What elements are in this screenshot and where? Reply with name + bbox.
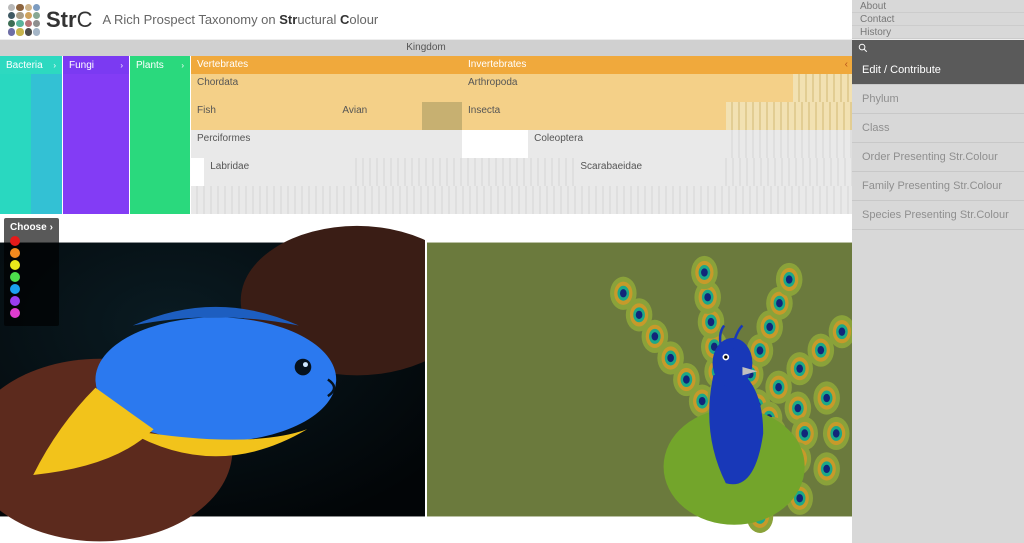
tax-chordata[interactable]: Chordata [191, 74, 462, 102]
side-edit-contribute[interactable]: Edit / Contribute [852, 56, 1024, 85]
side-order[interactable]: Order Presenting Str.Colour [852, 143, 1024, 172]
chevron-right-icon[interactable]: › [50, 222, 53, 233]
nav-about[interactable]: About [852, 0, 1024, 13]
tax-other-orders[interactable] [726, 130, 852, 158]
kingdom-header: Kingdom [0, 40, 852, 56]
tax-species-strip[interactable] [191, 186, 852, 214]
chevron-right-icon: › [120, 61, 123, 70]
page-subtitle: A Rich Prospect Taxonomy on Structural C… [102, 12, 852, 27]
kingdom-fungi-label: Fungi [69, 60, 94, 71]
top-nav: About Contact History [852, 0, 1024, 39]
side-phylum[interactable]: Phylum [852, 85, 1024, 114]
gallery-image-peacock[interactable] [427, 214, 852, 543]
brand-wordmark: StrC [46, 7, 92, 33]
kingdom-animals: Vertebrates Invertebrates‹ Chordata Arth… [191, 56, 852, 214]
chooser-label: Choose [10, 222, 47, 233]
side-family[interactable]: Family Presenting Str.Colour [852, 172, 1024, 201]
tax-avian[interactable]: Avian [336, 102, 422, 130]
side-class[interactable]: Class [852, 114, 1024, 143]
kingdom-plants[interactable]: Plants › [130, 56, 190, 214]
color-swatch[interactable] [10, 248, 20, 258]
color-swatch[interactable] [10, 296, 20, 306]
nav-history[interactable]: History [852, 26, 1024, 39]
color-swatch[interactable] [10, 236, 20, 246]
color-swatch[interactable] [10, 260, 20, 270]
tax-fish[interactable]: Fish [191, 102, 336, 130]
search-icon [858, 43, 868, 53]
kingdom-bacteria[interactable]: Bacteria › [0, 56, 62, 214]
tax-vertebrates[interactable]: Vertebrates [191, 56, 462, 74]
chevron-left-icon[interactable]: ‹ [845, 59, 848, 70]
tax-other-class-vert[interactable] [422, 102, 462, 130]
kingdom-fungi[interactable]: Fungi › [63, 56, 129, 214]
app-header: StrC A Rich Prospect Taxonomy on Structu… [0, 0, 1024, 40]
chevron-right-icon: › [53, 61, 56, 70]
tax-arthropoda[interactable]: Arthropoda [462, 74, 793, 102]
side-panel: Edit / Contribute Phylum Class Order Pre… [852, 40, 1024, 543]
color-swatch[interactable] [10, 272, 20, 282]
gallery-image-fish[interactable]: Choose› [0, 214, 425, 543]
tax-other-families-vert[interactable] [350, 158, 575, 186]
kingdom-plants-label: Plants [136, 60, 164, 71]
nav-contact[interactable]: Contact [852, 13, 1024, 26]
peacock-image [427, 214, 852, 543]
logo-icon [8, 4, 40, 36]
search-button[interactable] [852, 40, 1024, 56]
tax-invertebrates[interactable]: Invertebrates‹ [462, 56, 852, 74]
color-chooser: Choose› [4, 218, 59, 326]
tax-insecta[interactable]: Insecta [462, 102, 726, 130]
kingdom-bacteria-label: Bacteria [6, 60, 43, 71]
tax-perciformes[interactable]: Perciformes [191, 130, 462, 158]
tax-scarabaeidae[interactable]: Scarabaeidae [574, 158, 719, 186]
side-species[interactable]: Species Presenting Str.Colour [852, 201, 1024, 230]
color-swatch[interactable] [10, 308, 20, 318]
image-gallery: Choose› [0, 214, 852, 543]
tax-coleoptera[interactable]: Coleoptera [528, 130, 726, 158]
chevron-right-icon: › [181, 61, 184, 70]
fish-image [0, 214, 425, 543]
tax-labridae[interactable]: Labridae [204, 158, 349, 186]
tax-other-class-invert[interactable] [726, 102, 852, 130]
tax-other-families-invert[interactable] [720, 158, 852, 186]
color-swatch[interactable] [10, 284, 20, 294]
tax-other-phyla[interactable] [793, 74, 853, 102]
taxonomy-treemap: Bacteria › Fungi › Plants › Vertebrates Inv… [0, 56, 852, 214]
